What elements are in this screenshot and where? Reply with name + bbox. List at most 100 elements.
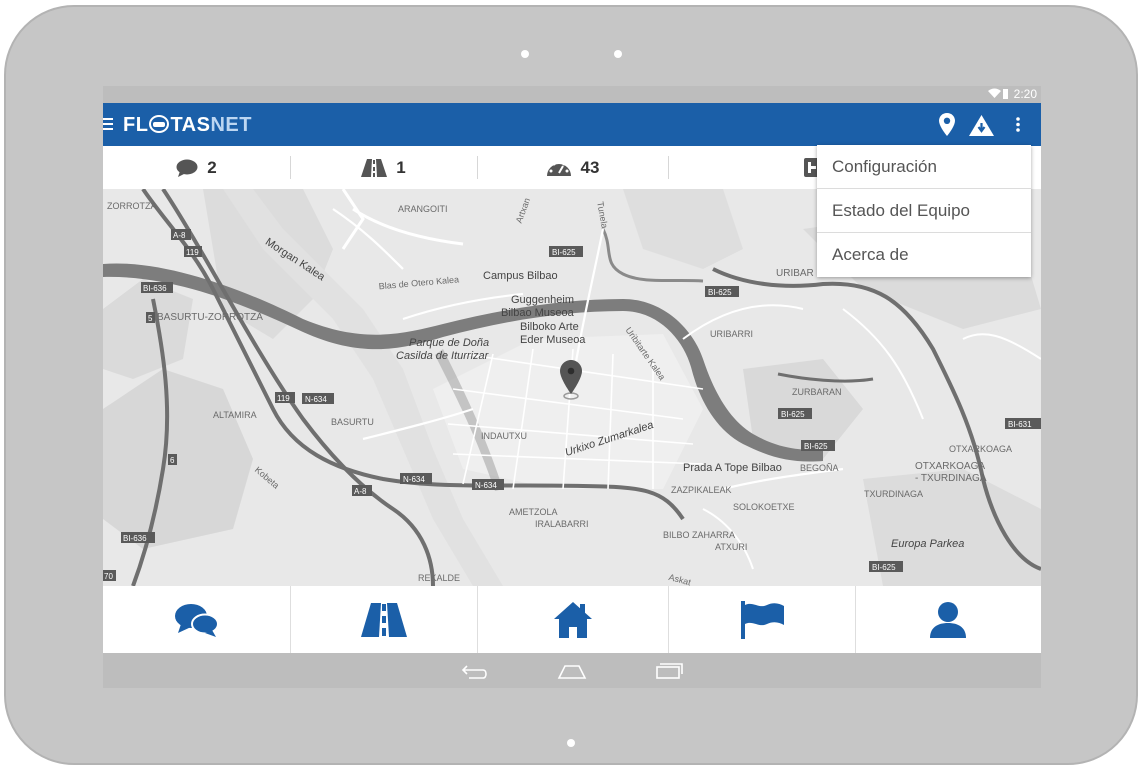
road-shield: BI-625 <box>549 246 583 257</box>
location-pin-icon[interactable] <box>939 113 955 136</box>
road-shield: BI-625 <box>869 561 903 572</box>
battery-icon <box>1003 89 1008 99</box>
logo-text-main: FL <box>123 114 149 136</box>
nav-profile-button[interactable] <box>855 586 1041 653</box>
menu-item-acerca-de[interactable]: Acerca de <box>817 233 1031 277</box>
nav-messages-button[interactable] <box>103 586 290 653</box>
road-shield: 119 <box>275 392 295 403</box>
road-shield: 6 <box>168 454 177 465</box>
status-bar: 2:20 <box>103 86 1041 103</box>
bottom-navigation <box>103 586 1041 653</box>
svg-text:N-634: N-634 <box>305 395 327 404</box>
svg-text:BI-625: BI-625 <box>804 442 828 451</box>
back-icon[interactable] <box>461 662 489 680</box>
nav-routes-button[interactable] <box>290 586 477 653</box>
stat-routes-value: 1 <box>396 157 406 177</box>
route-icon <box>360 602 407 637</box>
map-label: ALTAMIRA <box>213 410 257 420</box>
app-logo: FL TASNET <box>123 114 252 136</box>
nav-flag-button[interactable] <box>668 586 855 653</box>
stat-messages[interactable]: 2 <box>103 146 290 189</box>
map-label: TXURDINAGA <box>864 489 923 499</box>
tablet-frame: 2:20 FL TASNET 2 1 43 ZORROTZA ARANGOITI… <box>0 0 1144 770</box>
svg-text:N-634: N-634 <box>475 481 497 490</box>
home-key-icon[interactable] <box>557 662 587 680</box>
system-navigation-bar <box>103 653 1041 688</box>
map-label: ZORROTZA <box>107 201 157 211</box>
status-time: 2:20 <box>1013 87 1037 101</box>
map-label: URIBAR <box>776 268 814 279</box>
home-icon <box>553 601 592 638</box>
map-label: BILBO ZAHARRA <box>663 530 735 540</box>
profile-icon <box>930 601 966 638</box>
svg-text:70: 70 <box>104 572 113 581</box>
road-shield: BI-636 <box>121 532 155 543</box>
map-label: OTXARKOAGA <box>915 461 985 472</box>
stat-routes[interactable]: 1 <box>290 146 477 189</box>
map-label: Bilboko Arte <box>520 321 579 333</box>
map-label: ARANGOITI <box>398 204 448 214</box>
svg-text:BI-625: BI-625 <box>872 563 896 572</box>
stat-speed-value: 43 <box>580 157 600 177</box>
overflow-menu-icon[interactable] <box>1016 117 1020 133</box>
flag-icon <box>740 600 784 639</box>
svg-text:119: 119 <box>186 248 199 257</box>
map-label: Europa Parkea <box>891 538 964 550</box>
home-dot <box>567 739 575 747</box>
road-icon <box>361 158 388 177</box>
map-label: SOLOKOETXE <box>733 502 795 512</box>
chat-icon <box>176 159 198 177</box>
overflow-menu: Configuración Estado del Equipo Acerca d… <box>817 145 1031 277</box>
svg-text:A-8: A-8 <box>354 487 367 496</box>
app-screen: 2:20 FL TASNET 2 1 43 ZORROTZA ARANGOITI… <box>103 86 1041 688</box>
camera-dot <box>521 50 529 58</box>
map-label: ATXURI <box>715 542 747 552</box>
map-label: Casilda de Iturrizar <box>396 350 490 362</box>
svg-text:BI-631: BI-631 <box>1008 420 1032 429</box>
menu-item-estado-equipo[interactable]: Estado del Equipo <box>817 189 1031 233</box>
road-shield: 5 <box>146 312 155 323</box>
map-label: OTXARKOAGA <box>949 444 1012 454</box>
map-label: - TXURDINAGA <box>915 473 987 484</box>
road-shield: BI-625 <box>778 408 812 419</box>
map-label: BASURTU-ZORROTZA <box>157 312 263 323</box>
map-label: INDAUTXU <box>481 431 527 441</box>
svg-text:5: 5 <box>148 314 153 323</box>
road-shield: N-634 <box>472 479 504 490</box>
svg-text:BI-636: BI-636 <box>123 534 147 543</box>
svg-text:BI-636: BI-636 <box>143 284 167 293</box>
road-shield: 70 <box>103 570 116 581</box>
map-label: REKALDE <box>418 573 460 583</box>
svg-text:BI-625: BI-625 <box>781 410 805 419</box>
stat-messages-value: 2 <box>207 157 217 177</box>
map-label: Eder Museoa <box>520 334 586 346</box>
svg-text:N-634: N-634 <box>403 475 425 484</box>
map-label: ZURBARAN <box>792 387 842 397</box>
map-label: URIBARRI <box>710 329 753 339</box>
svg-text:BI-625: BI-625 <box>552 248 576 257</box>
road-shield: BI-625 <box>801 440 835 451</box>
road-shield: N-634 <box>302 393 334 404</box>
road-shield: BI-636 <box>141 282 173 293</box>
svg-text:A-8: A-8 <box>173 231 186 240</box>
logo-vehicle-icon <box>149 115 170 133</box>
road-shield: 119 <box>184 246 202 257</box>
menu-item-configuracion[interactable]: Configuración <box>817 145 1031 189</box>
map-label: Campus Bilbao <box>483 270 558 282</box>
nav-home-button[interactable] <box>477 586 668 653</box>
logo-text-accent: NET <box>210 114 252 136</box>
map-label: Guggenheim <box>511 294 574 306</box>
map-label: AMETZOLA <box>509 507 558 517</box>
messages-icon <box>174 603 219 637</box>
speedometer-icon <box>546 160 571 176</box>
svg-text:BI-625: BI-625 <box>708 288 732 297</box>
map-label: ZAZPIKALEAK <box>671 485 732 495</box>
warning-icon[interactable] <box>969 115 994 136</box>
svg-text:6: 6 <box>170 456 175 465</box>
svg-text:119: 119 <box>277 394 290 403</box>
sensor-dot <box>614 50 622 58</box>
map-label: BEGOÑA <box>800 463 839 473</box>
hamburger-menu-icon[interactable] <box>103 118 113 130</box>
recents-icon[interactable] <box>655 662 683 680</box>
stat-speed[interactable]: 43 <box>477 146 668 189</box>
